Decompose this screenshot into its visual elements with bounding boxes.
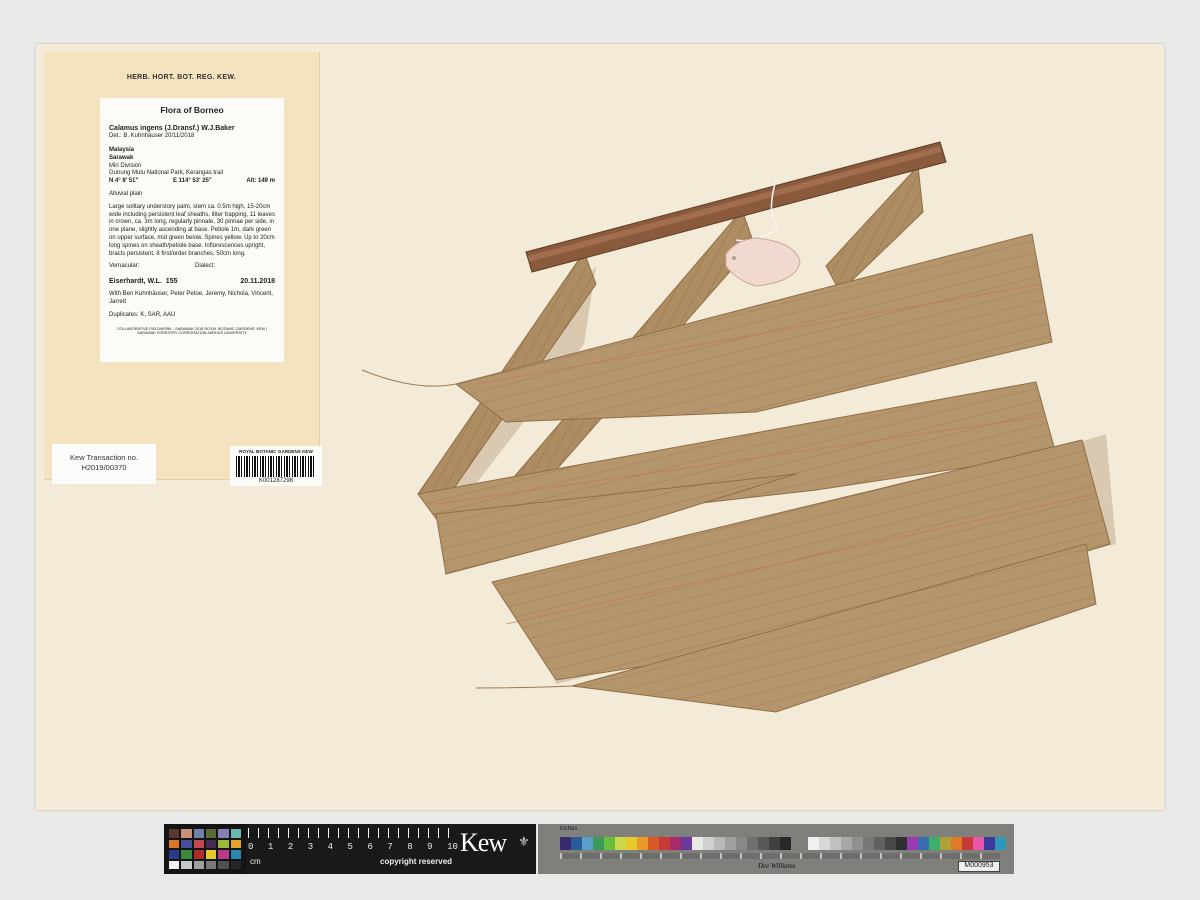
checker-patch [169,850,180,859]
color-checker [164,824,246,874]
checker-patch [181,839,192,848]
color-swatch [863,837,874,850]
copyright: copyright reserved [380,857,453,866]
checker-patch [169,860,180,869]
ruler-number: 10 [447,842,458,852]
checker-patch [193,850,204,859]
checker-patch [193,829,204,838]
inches-label: inches [560,826,578,832]
color-swatch [907,837,918,850]
color-swatch [758,837,769,850]
ruler-number: 2 [287,842,294,852]
checker-patch [169,829,180,838]
checker-patch [205,839,217,848]
color-swatch [582,837,593,850]
color-swatch [962,837,973,850]
kew-logo: Kew [460,828,507,857]
color-swatch [725,837,736,850]
color-card: inches Dee Williams M000953 [538,824,1014,874]
color-swatch [951,837,962,850]
color-swatch [896,837,907,850]
color-swatch [918,837,929,850]
color-swatch [841,837,852,850]
color-swatch [819,837,830,850]
checker-patch [218,860,229,869]
inch-band [560,853,1000,859]
palm-leaf-specimen [361,141,1116,713]
color-swatch [571,837,582,850]
color-swatch [714,837,725,850]
ruler-number: 4 [327,842,334,852]
crest-icon: ⚜ [518,834,530,849]
checker-patch [218,850,229,859]
checker-patch [218,839,229,848]
checker-patch [169,839,180,848]
ruler-numbers: 0 1 2 3 4 5 6 7 8 9 10 [248,842,458,852]
cm-ruler: 0 1 2 3 4 5 6 7 8 9 10 cm copyright reserved Kew ⚜ [246,824,536,874]
color-swatch [984,837,995,850]
color-swatch [929,837,940,850]
checker-patch [181,829,192,838]
checker-patch [230,850,241,859]
color-swatch [703,837,714,850]
checker-patch [230,829,241,838]
ruler-number: 6 [367,842,373,852]
gray-swatches [808,837,1006,850]
checker-patch [181,850,192,859]
checker-patch [205,829,217,838]
color-swatch [973,837,984,850]
ruler-number: 0 [248,842,254,852]
color-swatch [852,837,863,850]
checker-patch [205,860,217,869]
ruler-number: 8 [407,842,413,852]
color-swatch [736,837,747,850]
card-signature: Dee Williams [758,862,796,870]
checker-patch [218,829,229,838]
ruler-number: 9 [427,842,433,852]
ruler-unit: cm [250,857,261,866]
color-swatch [615,837,626,850]
ruler-ticks [248,828,454,838]
color-swatch [747,837,758,850]
color-swatch [769,837,780,850]
color-swatch [593,837,604,850]
checker-patch [181,860,192,869]
tag-hole [732,256,736,260]
color-swatch [681,837,692,850]
color-swatch [874,837,885,850]
color-swatch [808,837,819,850]
color-swatch [637,837,648,850]
specimen-tag [725,237,801,287]
color-swatch [670,837,681,850]
card-code: M000953 [958,861,1000,872]
herbarium-sheet: HERB. HORT. BOT. REG. KEW. Flora of Born… [36,44,1164,810]
color-swatch [780,837,791,850]
color-swatch [648,837,659,850]
color-swatch [940,837,951,850]
color-swatch [659,837,670,850]
scale-color-strip: 0 1 2 3 4 5 6 7 8 9 10 cm copyright reserved Kew ⚜… [164,824,1014,874]
checker-patch [193,860,204,869]
ruler-number: 5 [347,842,353,852]
color-swatch [830,837,841,850]
color-swatch [604,837,615,850]
checker-patch [230,860,241,869]
color-swatch [560,837,571,850]
checker-patch [230,839,241,848]
ruler-number: 3 [307,842,314,852]
color-swatch [626,837,637,850]
color-swatch [692,837,703,850]
checker-patch [193,839,204,848]
color-swatch [885,837,896,850]
checker-patch [205,850,217,859]
ruler-number: 1 [267,842,274,852]
color-swatches [560,837,791,850]
color-swatch [995,837,1006,850]
ruler-number: 7 [387,842,393,852]
